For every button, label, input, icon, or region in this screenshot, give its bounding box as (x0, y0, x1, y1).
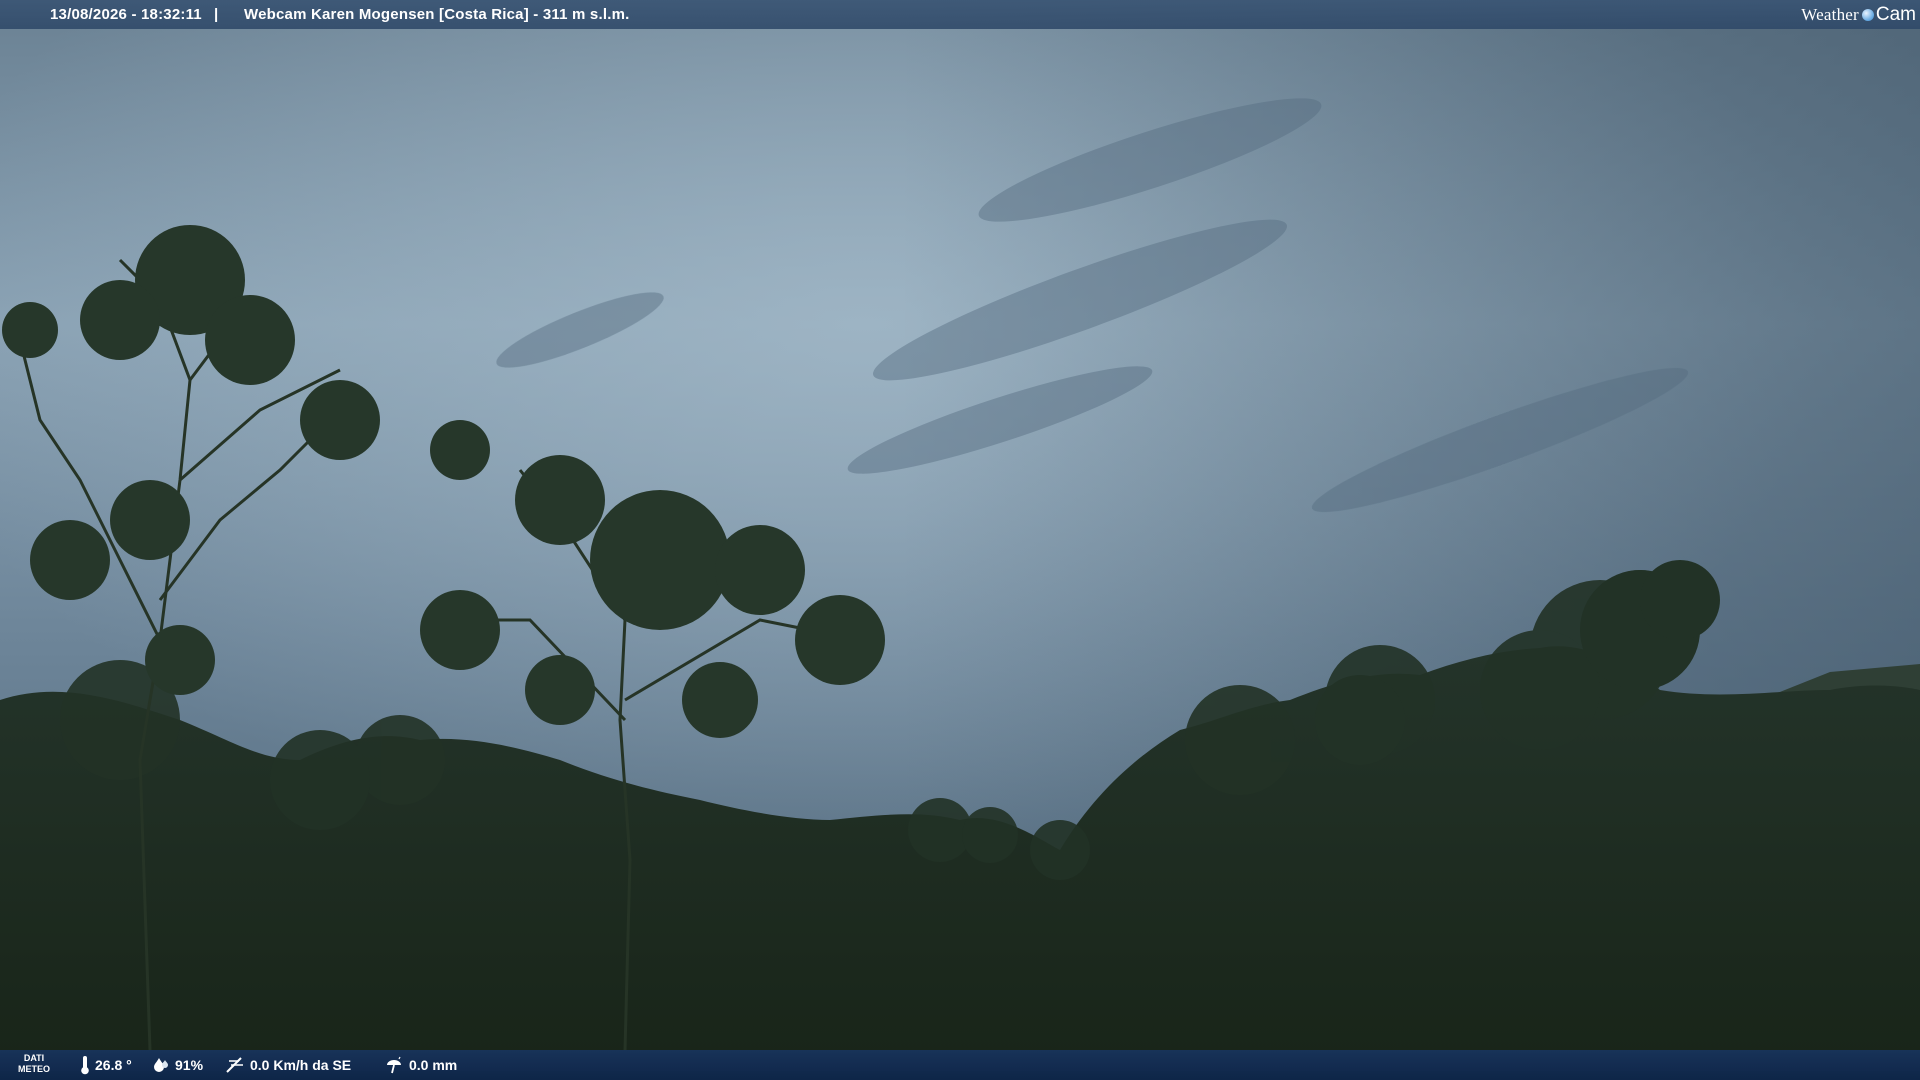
webcam-title: Webcam Karen Mogensen [Costa Rica] - 311… (244, 6, 630, 23)
weather-data-bar: DATI METEO 26.8 ° 91% 0.0 Km/h da SE 0.0… (0, 1050, 1920, 1080)
wind-icon (226, 1057, 243, 1073)
humidity-reading: 91% (152, 1050, 203, 1080)
brand-text-cam: Cam (1875, 4, 1916, 25)
header-separator: | (214, 6, 219, 23)
rain-value: 0.0 mm (409, 1057, 458, 1073)
temperature-reading: 26.8 ° (80, 1050, 132, 1080)
rain-reading: 0.0 mm (384, 1050, 457, 1080)
thermometer-icon (81, 1056, 89, 1075)
dati-line-1: DATI (23, 1053, 45, 1063)
brand-text-weather: Weather (1801, 5, 1859, 24)
brand-logo: Weather Cam (1801, 0, 1916, 29)
timestamp: 13/08/2026 - 18:32:11 (50, 6, 202, 23)
dati-meteo-label: DATI METEO (18, 1053, 50, 1075)
wind-value: 0.0 Km/h da SE (250, 1057, 352, 1073)
webcam-image (0, 0, 1920, 1080)
humidity-drop-icon (154, 1058, 168, 1072)
temperature-value: 26.8 ° (95, 1057, 132, 1073)
rain-gauge-icon (387, 1056, 401, 1074)
dati-line-2: METEO (18, 1064, 51, 1074)
wind-reading: 0.0 Km/h da SE (225, 1050, 351, 1080)
globe-icon (1861, 8, 1874, 21)
webcam-frame: 13/08/2026 - 18:32:11 | Webcam Karen Mog… (0, 0, 1920, 1080)
top-info-bar: 13/08/2026 - 18:32:11 | Webcam Karen Mog… (0, 0, 1920, 29)
humidity-value: 91% (175, 1057, 204, 1073)
